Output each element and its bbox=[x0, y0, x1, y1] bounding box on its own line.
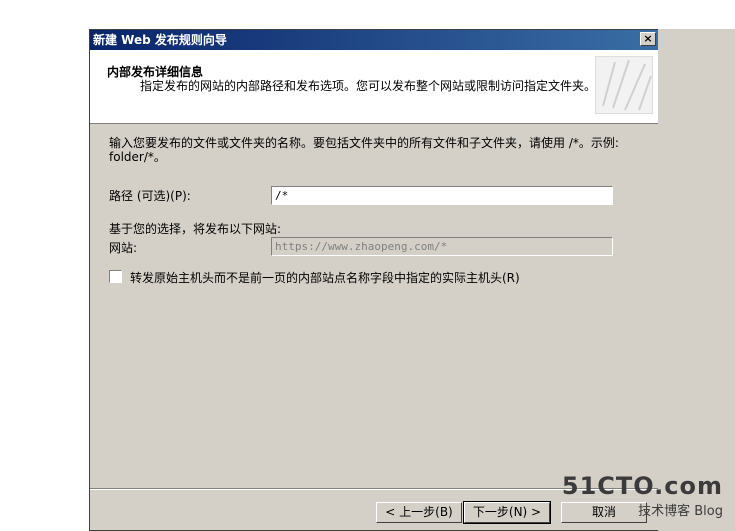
right-panel bbox=[658, 29, 735, 531]
path-label: 路径 (可选)(P): bbox=[109, 189, 191, 203]
wizard-dialog: 新建 Web 发布规则向导 × 内部发布详细信息 指定发布的网站的内部路径和发布… bbox=[89, 29, 660, 531]
watermark-sub2: Blog bbox=[694, 504, 723, 519]
watermark-sub1: 技术博客 bbox=[638, 504, 691, 519]
close-button[interactable]: × bbox=[640, 32, 656, 46]
header-description: 指定发布的网站的内部路径和发布选项。您可以发布整个网站或限制访问指定文件夹。 bbox=[140, 79, 597, 93]
next-button[interactable]: 下一步(N) > bbox=[463, 501, 551, 524]
back-button[interactable]: < 上一步(B) bbox=[376, 502, 462, 523]
close-icon: × bbox=[643, 32, 653, 45]
watermark-logo: 51CTO.com 技术博客 Blog bbox=[562, 472, 723, 519]
forward-host-label: 转发原始主机头而不是前一页的内部站点名称字段中指定的实际主机头(R) bbox=[130, 271, 520, 285]
website-field: https://www.zhaopeng.com/* bbox=[271, 237, 613, 256]
header-title: 内部发布详细信息 bbox=[107, 65, 204, 79]
website-label: 网站: bbox=[109, 241, 138, 255]
window-title: 新建 Web 发布规则向导 bbox=[93, 33, 227, 47]
wizard-header: 内部发布详细信息 指定发布的网站的内部路径和发布选项。您可以发布整个网站或限制访… bbox=[90, 50, 659, 124]
path-input[interactable]: /* bbox=[271, 186, 613, 205]
result-label: 基于您的选择，将发布以下网站: bbox=[109, 222, 282, 236]
watermark-brand: 51CTO.com bbox=[561, 472, 723, 500]
wizard-graphic-icon bbox=[594, 55, 654, 115]
instruction-text: 输入您要发布的文件或文件夹的名称。要包括文件夹中的所有文件和子文件夹，请使用 /… bbox=[109, 136, 619, 164]
forward-host-checkbox[interactable] bbox=[109, 270, 122, 283]
title-bar[interactable]: 新建 Web 发布规则向导 × bbox=[90, 30, 659, 50]
